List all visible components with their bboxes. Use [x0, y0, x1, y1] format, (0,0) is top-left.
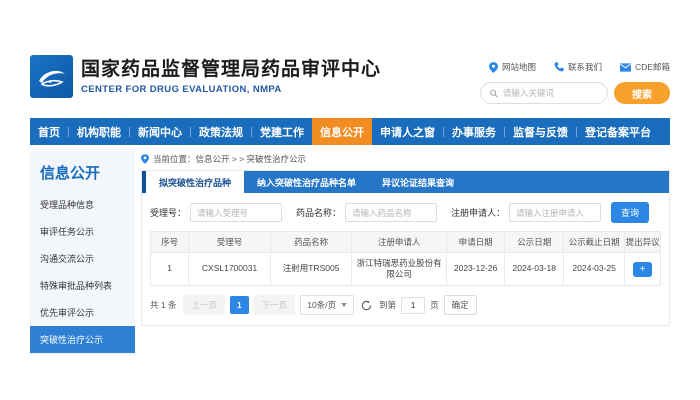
- header-search-input[interactable]: [503, 88, 598, 98]
- prev-page-button[interactable]: 上一页: [183, 295, 225, 315]
- filter-bar: 受理号： 药品名称： 注册申请人： 查询: [142, 193, 669, 231]
- page-size-value: 10条/页: [307, 299, 336, 311]
- location-pin-icon: [141, 154, 149, 164]
- content-panel: 拟突破性治疗品种 纳入突破性治疗品种名单 异议论证结果查询 受理号： 药品名称：…: [141, 170, 670, 326]
- map-pin-icon: [489, 62, 498, 73]
- cde-logo-swoosh: [35, 60, 69, 94]
- sidebar-item-review-tasks[interactable]: 审评任务公示: [30, 218, 135, 245]
- col-applicant: 注册申请人: [352, 232, 446, 253]
- link-sitemap-label: 网站地图: [502, 61, 536, 73]
- goto-unit: 页: [430, 299, 439, 311]
- tab-proposed-breakthrough[interactable]: 拟突破性治疗品种: [146, 171, 244, 193]
- header-search-button[interactable]: 搜索: [614, 82, 670, 104]
- sidebar-item-breakthrough-therapy[interactable]: 突破性治疗公示: [30, 326, 135, 353]
- cell-acceptance-no: CXSL1700031: [189, 253, 271, 286]
- brand-text: 国家药品监督管理局药品审评中心 CENTER FOR DRUG EVALUATI…: [81, 58, 381, 95]
- nav-item-functions[interactable]: 机构职能: [69, 118, 129, 145]
- cell-index: 1: [151, 253, 189, 286]
- phone-icon: [554, 62, 564, 72]
- sidebar-item-special-approval-list[interactable]: 特殊审批品种列表: [30, 272, 135, 299]
- nav-item-news[interactable]: 新闻中心: [130, 118, 190, 145]
- col-publicity-end-date: 公示截止日期: [564, 232, 625, 253]
- cell-raise-objection: +: [625, 253, 661, 286]
- mail-icon: [620, 63, 631, 72]
- col-publicity-date: 公示日期: [505, 232, 564, 253]
- query-button[interactable]: 查询: [611, 202, 649, 223]
- page: 国家药品监督管理局药品审评中心 CENTER FOR DRUG EVALUATI…: [0, 0, 700, 400]
- nav-item-services[interactable]: 办事服务: [444, 118, 504, 145]
- results-table: 序号 受理号 药品名称 注册申请人 申请日期 公示日期 公示截止日期 提出异议: [150, 231, 661, 286]
- page-1-button[interactable]: 1: [230, 296, 249, 314]
- applicant-label: 注册申请人：: [451, 206, 505, 219]
- col-acceptance-no: 受理号: [189, 232, 271, 253]
- header-search-box[interactable]: [480, 82, 608, 104]
- nav-item-registration-platform[interactable]: 登记备案平台: [577, 118, 659, 145]
- cell-applicant: 浙江特瑞思药业股份有限公司: [352, 253, 446, 286]
- link-cde-mail[interactable]: CDE邮箱: [620, 61, 670, 73]
- tab-objection-results[interactable]: 异议论证结果查询: [369, 171, 467, 193]
- refresh-control[interactable]: [361, 300, 372, 311]
- link-contact[interactable]: 联系我们: [554, 61, 602, 73]
- cell-drug-name: 注射用TRS005: [270, 253, 352, 286]
- col-index: 序号: [151, 232, 189, 253]
- next-page-button[interactable]: 下一页: [254, 295, 296, 315]
- link-cde-mail-label: CDE邮箱: [635, 61, 670, 73]
- breadcrumb: 当前位置：信息公开 > > 突破性治疗公示: [141, 151, 670, 166]
- nav-item-supervision[interactable]: 监督与反馈: [505, 118, 576, 145]
- nav-item-policy[interactable]: 政策法规: [191, 118, 251, 145]
- col-drug-name: 药品名称: [270, 232, 352, 253]
- nav-item-applicant-window[interactable]: 申请人之窗: [372, 118, 443, 145]
- site-header: 国家药品监督管理局药品审评中心 CENTER FOR DRUG EVALUATI…: [30, 55, 670, 113]
- link-contact-label: 联系我们: [568, 61, 602, 73]
- header-right: 网站地图 联系我们 CDE邮箱: [480, 55, 670, 104]
- tab-bar: 拟突破性治疗品种 纳入突破性治疗品种名单 异议论证结果查询: [142, 171, 669, 193]
- acceptance-no-input[interactable]: [190, 203, 282, 222]
- search-icon: [490, 89, 498, 98]
- goto-label: 到第: [379, 299, 396, 311]
- header-search: 搜索: [480, 82, 670, 104]
- confirm-button[interactable]: 确定: [444, 295, 477, 315]
- breadcrumb-text: 当前位置：信息公开 > > 突破性治疗公示: [153, 153, 306, 165]
- nav-item-info-disclosure[interactable]: 信息公开: [312, 118, 372, 145]
- link-sitemap[interactable]: 网站地图: [489, 61, 536, 73]
- add-objection-button[interactable]: +: [633, 262, 652, 277]
- goto-page-input[interactable]: [401, 297, 425, 314]
- cell-publicity-date: 2024-03-18: [505, 253, 564, 286]
- drug-name-label: 药品名称：: [296, 206, 341, 219]
- nav-item-home[interactable]: 首页: [30, 118, 68, 145]
- drug-name-input[interactable]: [345, 203, 437, 222]
- pagination-total: 共 1 条: [150, 299, 176, 311]
- refresh-icon: [361, 300, 372, 311]
- site-title-cn: 国家药品监督管理局药品审评中心: [81, 58, 381, 82]
- caret-down-icon: [341, 303, 347, 307]
- col-apply-date: 申请日期: [446, 232, 505, 253]
- site-title-en: CENTER FOR DRUG EVALUATION, NMPA: [81, 84, 381, 95]
- sidebar: 信息公开 受理品种信息 审评任务公示 沟通交流公示 特殊审批品种列表 优先审评公…: [30, 151, 135, 355]
- col-raise-objection: 提出异议: [625, 232, 661, 253]
- cell-publicity-end-date: 2024-03-25: [564, 253, 625, 286]
- table-row: 1 CXSL1700031 注射用TRS005 浙江特瑞思药业股份有限公司 20…: [151, 253, 661, 286]
- site-brand: 国家药品监督管理局药品审评中心 CENTER FOR DRUG EVALUATI…: [30, 55, 381, 98]
- pagination: 共 1 条 上一页 1 下一页 10条/页: [150, 295, 661, 315]
- cde-logo: [30, 55, 73, 98]
- main-nav: 首页 机构职能 新闻中心 政策法规 党建工作 信息公开 申请人之窗 办事服务 监…: [30, 118, 670, 145]
- page-size-select[interactable]: 10条/页: [300, 295, 354, 315]
- sidebar-title: 信息公开: [30, 151, 135, 191]
- applicant-input[interactable]: [509, 203, 601, 222]
- sidebar-item-accepted-varieties[interactable]: 受理品种信息: [30, 191, 135, 218]
- cell-apply-date: 2023-12-26: [446, 253, 505, 286]
- nav-item-party[interactable]: 党建工作: [252, 118, 312, 145]
- sidebar-item-communication[interactable]: 沟通交流公示: [30, 245, 135, 272]
- acceptance-no-label: 受理号：: [150, 206, 186, 219]
- tab-included-list[interactable]: 纳入突破性治疗品种名单: [244, 171, 369, 193]
- table-header-row: 序号 受理号 药品名称 注册申请人 申请日期 公示日期 公示截止日期 提出异议: [151, 232, 661, 253]
- sidebar-item-priority-review[interactable]: 优先审评公示: [30, 299, 135, 326]
- quick-links: 网站地图 联系我们 CDE邮箱: [489, 61, 670, 73]
